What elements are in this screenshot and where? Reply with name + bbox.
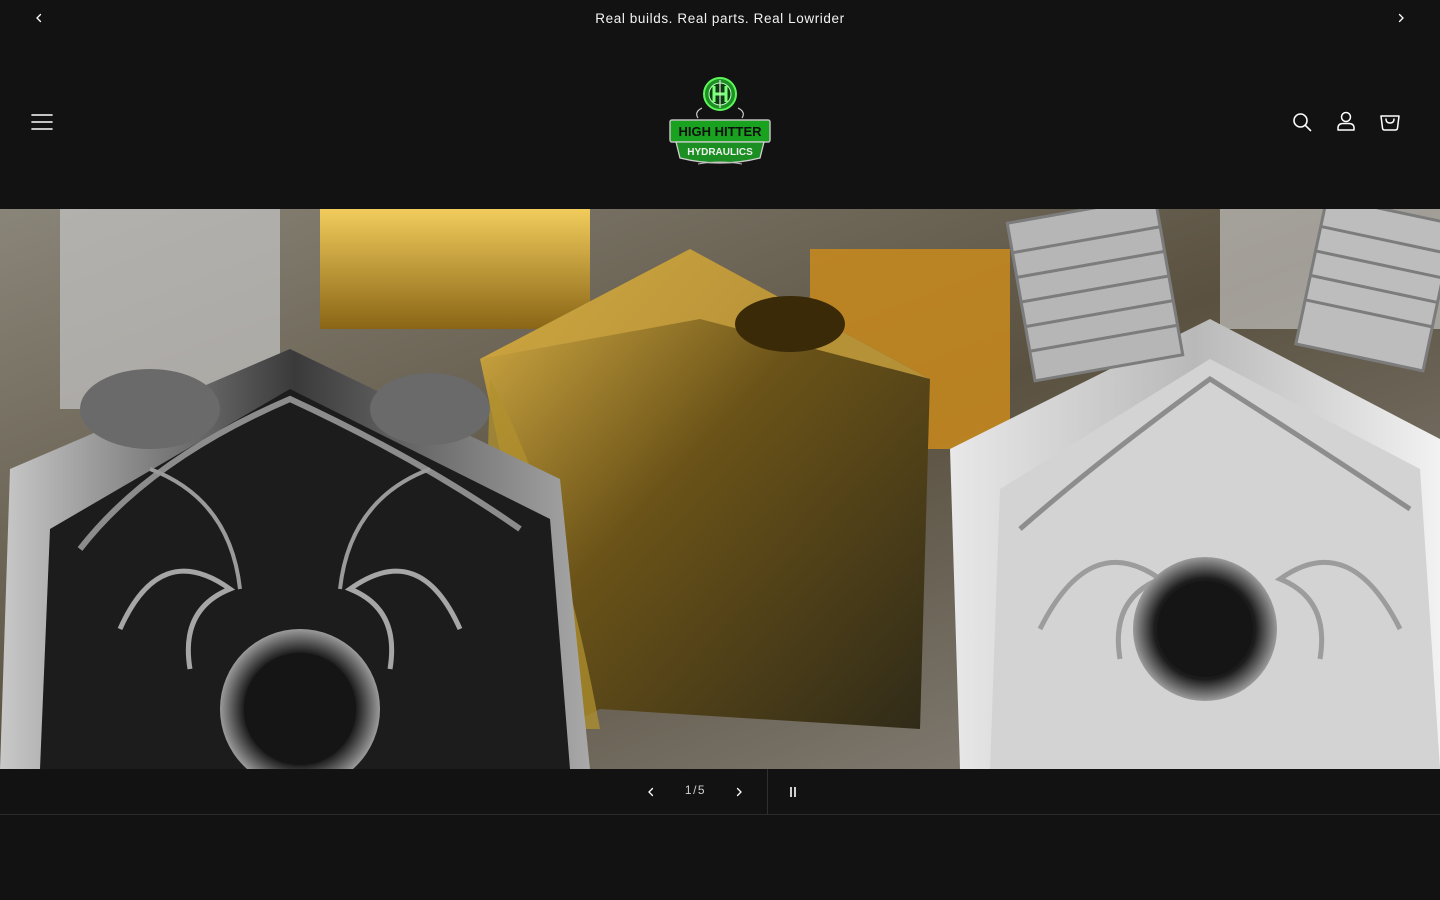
slide-total: 5 [697,783,706,797]
cart-button[interactable] [1370,101,1410,141]
announcement-prev-button[interactable] [29,8,49,28]
hero-image [0,209,1440,769]
chevron-right-icon [736,787,742,797]
slide-current: 1 [684,783,693,797]
slideshow-controls: 1/5 [0,769,1440,815]
site-header: HIGH HITTER HYDRAULICS [0,36,1440,209]
logo-wordmark-high-hitter: HIGH HITTER [678,124,762,139]
slide-prev-button[interactable] [631,772,671,812]
announcement-next-button[interactable] [1391,8,1411,28]
search-icon [1293,113,1312,132]
chevron-right-icon [1398,13,1404,23]
chevron-left-icon [36,13,42,23]
slideshow-pause-button[interactable] [773,772,813,812]
account-icon [1337,111,1355,131]
announcement-text: Real builds. Real parts. Real Lowrider [595,10,845,26]
controls-divider [767,769,768,815]
high-hitter-hydraulics-logo: HIGH HITTER HYDRAULICS [669,77,771,165]
chevron-left-icon [648,787,654,797]
logo-wordmark-hydraulics: HYDRAULICS [687,147,753,158]
slide-separator: / [693,783,697,797]
pause-icon [790,787,796,797]
announcement-bar: Real builds. Real parts. Real Lowrider [0,0,1440,36]
account-button[interactable] [1326,101,1366,141]
menu-icon [31,114,53,130]
store-logo[interactable]: HIGH HITTER HYDRAULICS [668,76,772,168]
cart-icon [1380,115,1400,131]
slide-counter: 1/5 [671,783,719,797]
slide-next-button[interactable] [719,772,759,812]
hero-slideshow [0,209,1440,769]
menu-button[interactable] [22,102,62,142]
search-button[interactable] [1282,102,1322,142]
